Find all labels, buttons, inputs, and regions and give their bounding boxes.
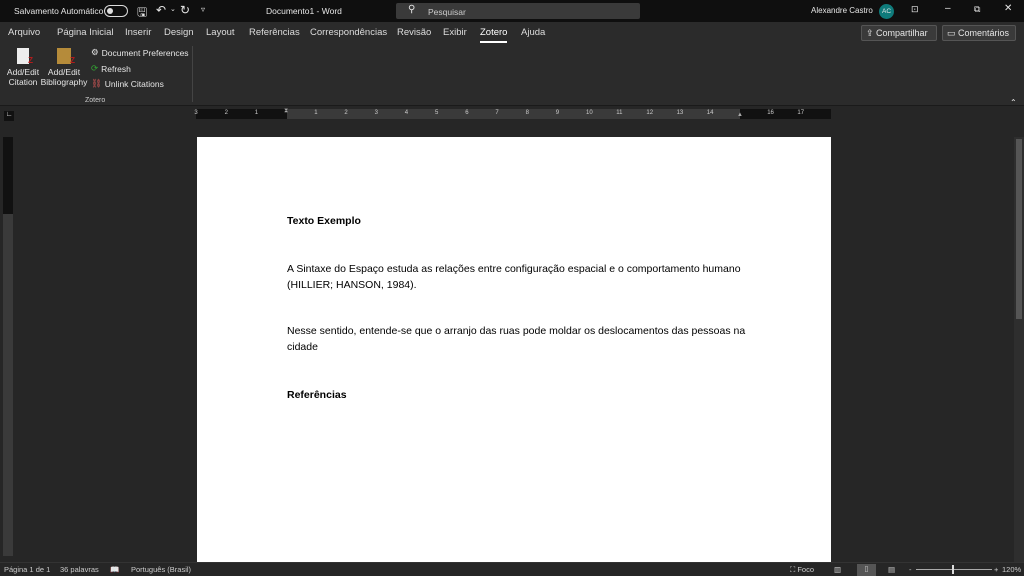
search-box[interactable]: ⚲ Pesquisar xyxy=(396,3,640,19)
print-layout-icon[interactable]: ▯ xyxy=(857,564,876,576)
zoom-in-icon[interactable]: + xyxy=(994,565,998,574)
gear-icon: ⚙ xyxy=(91,47,99,57)
vertical-scrollbar[interactable] xyxy=(1014,137,1024,562)
ruler-number: 2 xyxy=(224,110,228,116)
focus-button[interactable]: ⛶ Foco xyxy=(790,565,814,575)
ruler-number: 4 xyxy=(404,110,409,116)
ruler-number: 1 xyxy=(254,110,259,116)
unlink-icon: ⛓ xyxy=(91,78,102,88)
document-heading: Texto Exemplo xyxy=(287,215,361,227)
ruler-number: 3 xyxy=(194,110,198,116)
collapse-ribbon-icon[interactable]: ⌃ xyxy=(1010,98,1017,107)
ruler-number: 11 xyxy=(616,110,623,116)
web-layout-icon[interactable]: ▤ xyxy=(888,565,895,574)
vertical-ruler[interactable] xyxy=(3,137,13,556)
zoom-level[interactable]: 120% xyxy=(1002,565,1021,574)
refresh-button[interactable]: ⟳ Refresh xyxy=(91,63,131,74)
ruler-number: 1 xyxy=(314,110,318,116)
ribbon-tabs: Arquivo Página Inicial Inserir Design La… xyxy=(0,22,1024,44)
restore-icon[interactable]: ⧉ xyxy=(974,4,980,15)
references-heading: Referências xyxy=(287,389,347,401)
tab-correspondencias[interactable]: Correspondências xyxy=(310,27,387,38)
group-label: Zotero xyxy=(85,97,106,104)
proofing-icon[interactable]: 📖 xyxy=(110,565,119,574)
refresh-icon: ⟳ xyxy=(91,63,99,73)
comments-button[interactable]: ▭ Comentários xyxy=(942,25,1016,41)
search-input[interactable]: Pesquisar xyxy=(428,7,466,17)
group-divider xyxy=(192,46,193,102)
zoom-out-icon[interactable]: - xyxy=(909,565,912,574)
share-icon: ⇪ xyxy=(866,28,877,38)
autosave-label: Salvamento Automático xyxy=(14,6,104,16)
add-edit-citation-button[interactable]: Z Add/Edit Citation xyxy=(4,48,42,87)
tab-inserir[interactable]: Inserir xyxy=(125,27,151,38)
ruler-number: 9 xyxy=(555,110,560,116)
right-indent-marker[interactable]: ▲ xyxy=(737,112,743,118)
document-title: Documento1 - Word xyxy=(266,6,342,16)
save-icon[interactable]: 🖫 xyxy=(137,3,147,24)
redo-icon[interactable]: ↻ xyxy=(180,3,190,17)
search-icon: ⚲ xyxy=(408,4,416,15)
ruler-number: 16 xyxy=(767,110,774,116)
read-mode-icon[interactable]: ▥ xyxy=(834,565,841,574)
ruler-number: 2 xyxy=(344,110,348,116)
tab-pagina-inicial[interactable]: Página Inicial xyxy=(57,27,114,38)
ruler-number: 7 xyxy=(495,110,499,116)
customize-toolbar-icon[interactable]: ▿ xyxy=(201,5,205,14)
ruler-number: 8 xyxy=(525,110,529,116)
language[interactable]: Português (Brasil) xyxy=(131,565,191,574)
add-edit-bibliography-button[interactable]: Z Add/Edit Bibliography xyxy=(40,48,88,87)
document-preferences-button[interactable]: ⚙ Document Preferences xyxy=(91,47,189,58)
share-button[interactable]: ⇪ Compartilhar xyxy=(861,25,937,41)
tab-ajuda[interactable]: Ajuda xyxy=(521,27,545,38)
autosave-toggle[interactable] xyxy=(104,5,128,17)
tab-design[interactable]: Design xyxy=(164,27,194,38)
tab-arquivo[interactable]: Arquivo xyxy=(8,27,40,38)
ruler-number: 5 xyxy=(435,110,439,116)
ruler-number: 14 xyxy=(706,110,714,116)
user-name[interactable]: Alexandre Castro xyxy=(811,6,873,15)
avatar[interactable]: AC xyxy=(879,4,894,19)
status-bar: Página 1 de 1 36 palavras 📖 Português (B… xyxy=(0,562,1024,576)
ruler-number: 17 xyxy=(797,110,805,116)
paragraph: Nesse sentido, entende-se que o arranjo … xyxy=(287,325,746,353)
word-count[interactable]: 36 palavras xyxy=(60,565,99,574)
ruler-number: 10 xyxy=(586,110,593,116)
ruler-number: 6 xyxy=(465,110,469,116)
title-bar: Salvamento Automático 🖫 ↶ ⌄ ↻ ▿ Document… xyxy=(0,0,1024,22)
undo-icon[interactable]: ↶ xyxy=(156,3,166,17)
tab-zotero[interactable]: Zotero xyxy=(480,27,508,43)
citation-icon: Z xyxy=(17,48,33,65)
tab-referencias[interactable]: Referências xyxy=(249,27,300,38)
paragraph: A Sintaxe do Espaço estuda as relações e… xyxy=(287,263,741,291)
bibliography-icon: Z xyxy=(57,48,75,65)
tab-selector[interactable]: ∟ xyxy=(4,111,14,121)
ruler-number: 3 xyxy=(374,110,378,116)
undo-dropdown-icon[interactable]: ⌄ xyxy=(170,5,176,13)
comment-icon: ▭ xyxy=(947,28,959,38)
document-page[interactable]: Texto Exemplo A Sintaxe do Espaço estuda… xyxy=(197,137,831,562)
ribbon-zotero: Z Add/Edit Citation Z Add/Edit Bibliograph… xyxy=(0,44,1024,107)
page-count[interactable]: Página 1 de 1 xyxy=(4,565,50,574)
close-icon[interactable]: ✕ xyxy=(1004,3,1012,14)
tab-layout[interactable]: Layout xyxy=(206,27,235,38)
ruler-number: 13 xyxy=(676,110,684,116)
horizontal-ruler[interactable]: 3 2 1 1 2 3 4 5 6 7 8 9 10 11 12 13 14 16 17 ⧗ ▲ xyxy=(194,108,831,119)
unlink-citations-button[interactable]: ⛓ Unlink Citations xyxy=(91,78,164,89)
minimize-icon[interactable]: – xyxy=(945,3,951,14)
ruler-number: 12 xyxy=(646,110,654,116)
ribbon-display-icon[interactable]: ⊡ xyxy=(911,4,919,15)
tab-exibir[interactable]: Exibir xyxy=(443,27,467,38)
tab-revisao[interactable]: Revisão xyxy=(397,27,431,38)
indent-marker[interactable]: ⧗ xyxy=(284,108,288,115)
zoom-slider[interactable] xyxy=(916,565,992,574)
